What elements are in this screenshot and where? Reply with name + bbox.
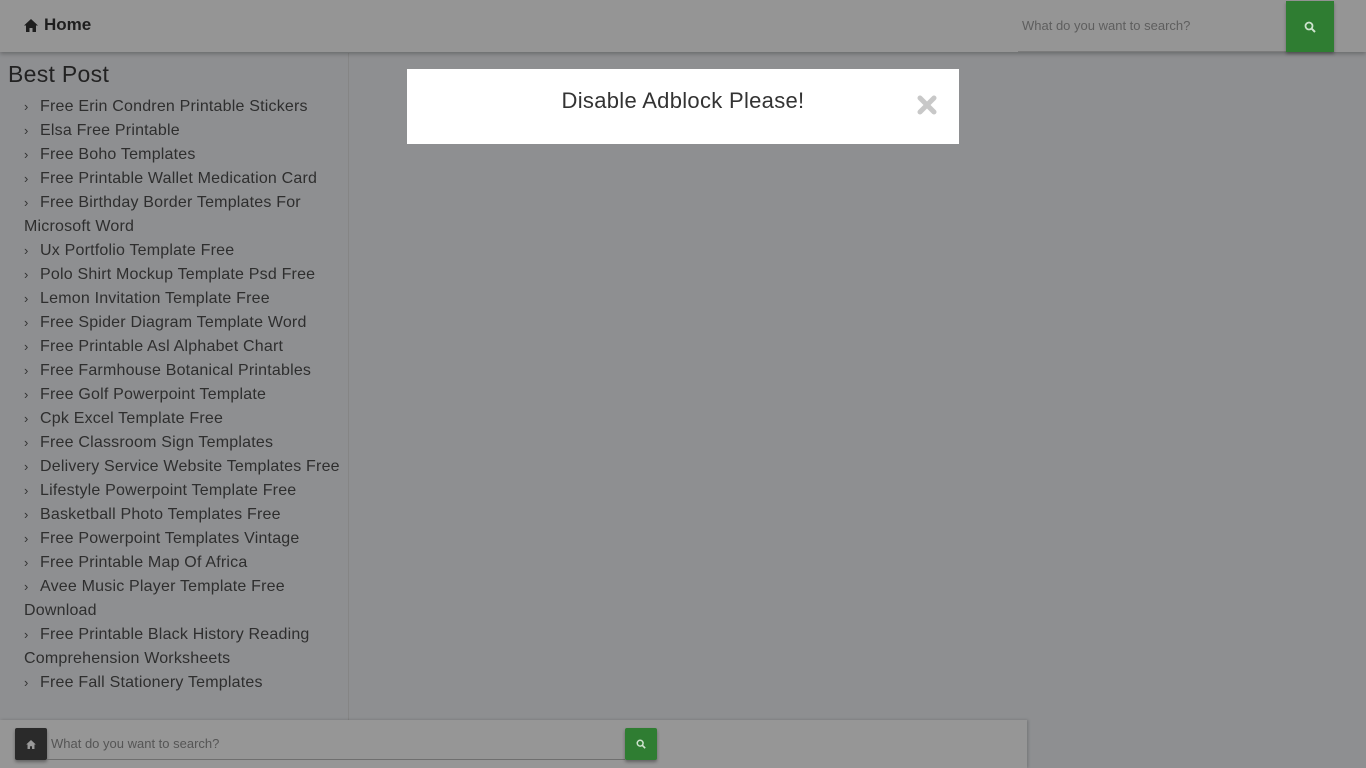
- modal-title: Disable Adblock Please!: [561, 88, 805, 113]
- home-link[interactable]: Home: [24, 15, 91, 35]
- post-link[interactable]: Delivery Service Website Templates Free: [40, 458, 340, 475]
- list-item: › Lifestyle Powerpoint Template Free: [24, 479, 344, 503]
- post-link[interactable]: Free Printable Map Of Africa: [40, 554, 247, 571]
- top-navbar: Home: [0, 0, 1366, 52]
- chevron-right-icon: ›: [24, 555, 29, 570]
- post-link[interactable]: Cpk Excel Template Free: [40, 410, 223, 427]
- post-link[interactable]: Elsa Free Printable: [40, 122, 180, 139]
- chevron-right-icon: ›: [24, 171, 29, 186]
- list-item: › Free Spider Diagram Template Word: [24, 311, 344, 335]
- sidebar: Best Post › Free Erin Condren Printable S…: [0, 53, 349, 720]
- chevron-right-icon: ›: [24, 459, 29, 474]
- chevron-right-icon: ›: [24, 315, 29, 330]
- chevron-right-icon: ›: [24, 267, 29, 282]
- chevron-right-icon: ›: [24, 99, 29, 114]
- chevron-right-icon: ›: [24, 579, 29, 594]
- list-item: › Free Birthday Border Templates For Micr…: [24, 191, 344, 239]
- best-post-list: › Free Erin Condren Printable Stickers › E…: [24, 95, 344, 695]
- list-item: › Lemon Invitation Template Free: [24, 287, 344, 311]
- bottom-search-button[interactable]: [625, 728, 657, 760]
- bottom-home-button[interactable]: [15, 728, 47, 760]
- home-icon: [26, 739, 36, 749]
- list-item: › Free Printable Wallet Medication Card: [24, 167, 344, 191]
- post-link[interactable]: Lemon Invitation Template Free: [40, 290, 270, 307]
- chevron-right-icon: ›: [24, 507, 29, 522]
- adblock-modal: Disable Adblock Please!: [407, 69, 959, 144]
- search-icon: [1304, 21, 1316, 33]
- post-link[interactable]: Free Spider Diagram Template Word: [40, 314, 307, 331]
- post-link[interactable]: Free Printable Wallet Medication Card: [40, 170, 317, 187]
- chevron-right-icon: ›: [24, 147, 29, 162]
- list-item: › Free Erin Condren Printable Stickers: [24, 95, 344, 119]
- chevron-right-icon: ›: [24, 291, 29, 306]
- chevron-right-icon: ›: [24, 483, 29, 498]
- post-link[interactable]: Free Erin Condren Printable Stickers: [40, 98, 308, 115]
- home-icon: [24, 18, 38, 32]
- list-item: › Free Powerpoint Templates Vintage: [24, 527, 344, 551]
- top-search-field: [1018, 0, 1286, 52]
- post-link[interactable]: Polo Shirt Mockup Template Psd Free: [40, 266, 315, 283]
- chevron-right-icon: ›: [24, 123, 29, 138]
- close-icon: [917, 95, 937, 115]
- chevron-right-icon: ›: [24, 339, 29, 354]
- list-item: › Cpk Excel Template Free: [24, 407, 344, 431]
- chevron-right-icon: ›: [24, 531, 29, 546]
- chevron-right-icon: ›: [24, 435, 29, 450]
- post-link[interactable]: Lifestyle Powerpoint Template Free: [40, 482, 296, 499]
- list-item: › Free Classroom Sign Templates: [24, 431, 344, 455]
- post-link[interactable]: Free Birthday Border Templates For Micro…: [24, 194, 301, 235]
- chevron-right-icon: ›: [24, 195, 29, 210]
- list-item: › Free Golf Powerpoint Template: [24, 383, 344, 407]
- chevron-right-icon: ›: [24, 363, 29, 378]
- list-item: › Polo Shirt Mockup Template Psd Free: [24, 263, 344, 287]
- list-item: › Avee Music Player Template Free Downloa…: [24, 575, 344, 623]
- post-link[interactable]: Free Powerpoint Templates Vintage: [40, 530, 300, 547]
- post-link[interactable]: Free Classroom Sign Templates: [40, 434, 273, 451]
- chevron-right-icon: ›: [24, 627, 29, 642]
- post-link[interactable]: Free Farmhouse Botanical Printables: [40, 362, 311, 379]
- post-link[interactable]: Free Fall Stationery Templates: [40, 674, 263, 691]
- list-item: › Delivery Service Website Templates Free: [24, 455, 344, 479]
- bottom-search-input[interactable]: [47, 728, 625, 758]
- chevron-right-icon: ›: [24, 387, 29, 402]
- home-label: Home: [44, 15, 92, 34]
- post-link[interactable]: Free Printable Black History Reading Com…: [24, 626, 310, 667]
- list-item: › Free Printable Asl Alphabet Chart: [24, 335, 344, 359]
- modal-close-button[interactable]: [915, 93, 939, 117]
- list-item: › Elsa Free Printable: [24, 119, 344, 143]
- list-item: › Basketball Photo Templates Free: [24, 503, 344, 527]
- chevron-right-icon: ›: [24, 243, 29, 258]
- chevron-right-icon: ›: [24, 675, 29, 690]
- bottom-search-field: [47, 728, 625, 760]
- list-item: › Free Fall Stationery Templates: [24, 671, 344, 695]
- post-link[interactable]: Free Boho Templates: [40, 146, 196, 163]
- post-link[interactable]: Free Printable Asl Alphabet Chart: [40, 338, 283, 355]
- list-item: › Free Printable Map Of Africa: [24, 551, 344, 575]
- list-item: › Ux Portfolio Template Free: [24, 239, 344, 263]
- list-item: › Free Farmhouse Botanical Printables: [24, 359, 344, 383]
- top-search-input[interactable]: [1018, 0, 1286, 50]
- post-link[interactable]: Free Golf Powerpoint Template: [40, 386, 266, 403]
- chevron-right-icon: ›: [24, 411, 29, 426]
- list-item: › Free Boho Templates: [24, 143, 344, 167]
- search-icon: [636, 739, 646, 749]
- sidebar-title: Best Post: [8, 61, 110, 87]
- post-link[interactable]: Ux Portfolio Template Free: [40, 242, 234, 259]
- bottom-search-bar: [0, 720, 1027, 768]
- post-link[interactable]: Basketball Photo Templates Free: [40, 506, 281, 523]
- list-item: › Free Printable Black History Reading Co…: [24, 623, 344, 671]
- top-search-button[interactable]: [1286, 1, 1334, 52]
- post-link[interactable]: Avee Music Player Template Free Download: [24, 578, 285, 619]
